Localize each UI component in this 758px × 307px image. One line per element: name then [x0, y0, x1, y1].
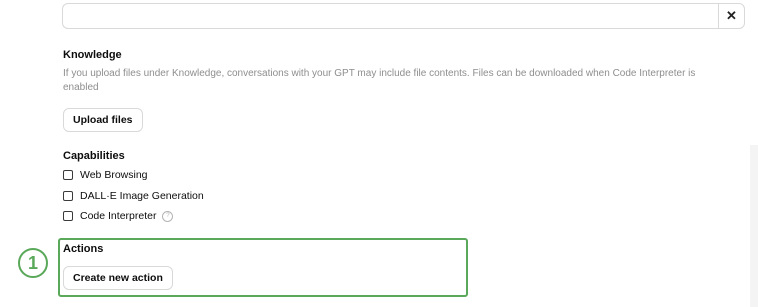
gpt-configure-panel: ✕ Knowledge If you upload files under Kn…: [0, 0, 758, 307]
dalle-checkbox[interactable]: [63, 191, 73, 201]
annotation-highlight-box: [58, 238, 468, 297]
capability-code-interpreter[interactable]: Code Interpreter ?: [63, 210, 174, 222]
remove-starter-button[interactable]: ✕: [718, 3, 745, 29]
help-icon[interactable]: ?: [162, 210, 174, 222]
close-icon: ✕: [726, 8, 737, 23]
web-browsing-label: Web Browsing: [80, 169, 148, 181]
code-interpreter-checkbox[interactable]: [63, 211, 73, 221]
knowledge-description: If you upload files under Knowledge, con…: [63, 68, 696, 93]
code-interpreter-label: Code Interpreter: [80, 210, 157, 222]
capabilities-title: Capabilities: [63, 150, 125, 162]
conversation-starter-input[interactable]: [62, 3, 718, 29]
dalle-label: DALL·E Image Generation: [80, 190, 204, 202]
upload-files-button[interactable]: Upload files: [63, 108, 143, 132]
annotation-number-marker: 1: [18, 248, 48, 278]
scrollbar-track[interactable]: [750, 145, 758, 307]
capability-dalle[interactable]: DALL·E Image Generation: [63, 190, 204, 202]
knowledge-title: Knowledge: [63, 49, 122, 61]
web-browsing-checkbox[interactable]: [63, 170, 73, 180]
capability-web-browsing[interactable]: Web Browsing: [63, 169, 148, 181]
